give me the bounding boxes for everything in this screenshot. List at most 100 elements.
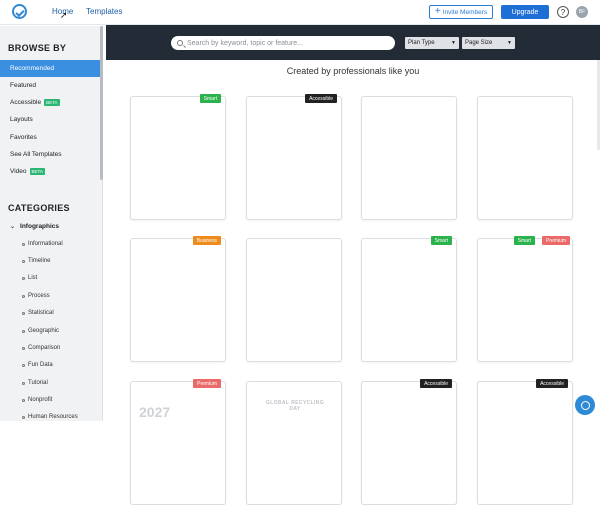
- template-card[interactable]: Smart: [361, 236, 457, 362]
- template-card[interactable]: Accessible: [246, 94, 342, 220]
- category-item-process[interactable]: Process: [22, 293, 50, 299]
- category-item-label: Timeline: [28, 258, 51, 264]
- smart-badge: Smart: [430, 236, 452, 245]
- bullet-icon: [22, 415, 25, 419]
- chevron-down-icon: ▼: [451, 40, 456, 46]
- beta-badge: BETA: [44, 99, 60, 106]
- categories-heading: CATEGORIES: [8, 203, 70, 213]
- category-item-label: Fun Data: [28, 362, 53, 368]
- category-item-label: Informational: [28, 241, 63, 247]
- nav-templates-link[interactable]: Templates: [86, 7, 122, 16]
- bullet-icon: [22, 363, 25, 367]
- sidebar-item-label: Featured: [10, 82, 37, 89]
- sidebar-item-favorites[interactable]: Favorites: [0, 129, 100, 146]
- business-badge: Business: [192, 236, 221, 245]
- bullet-icon: [22, 311, 25, 315]
- bullet-icon: [22, 276, 25, 280]
- plan-type-dropdown[interactable]: Plan Type ▼: [405, 37, 459, 49]
- template-card[interactable]: Smart: [130, 94, 226, 220]
- invite-members-button[interactable]: + Invite Members: [429, 5, 493, 19]
- smart-badge: Smart: [199, 94, 221, 103]
- bullet-icon: [22, 242, 25, 246]
- sidebar-item-label: Recommended: [10, 65, 55, 72]
- beta-badge: BETA: [29, 168, 45, 175]
- category-item-label: Process: [28, 293, 50, 299]
- mouse-cursor-icon: ➚: [60, 10, 68, 20]
- browse-by-heading: BROWSE BY: [8, 43, 67, 53]
- sidebar-scrollbar[interactable]: [100, 26, 103, 180]
- card-thumb-text: 2027: [139, 404, 171, 420]
- bullet-icon: [22, 259, 25, 263]
- premium-badge: Premium: [192, 379, 221, 388]
- smart-badge: Smart: [513, 236, 535, 245]
- category-item-timeline[interactable]: Timeline: [22, 258, 50, 264]
- search-icon: [177, 40, 183, 46]
- category-item-statistical[interactable]: Statistical: [22, 310, 54, 316]
- category-item-fun-data[interactable]: Fun Data: [22, 362, 53, 368]
- template-card[interactable]: Accessible: [477, 379, 573, 505]
- premium-badge: Premium: [541, 236, 570, 245]
- bullet-icon: [22, 381, 25, 385]
- sidebar: BROWSE BY Recommended Featured Accessibl…: [0, 26, 103, 421]
- page-size-label: Page Size: [465, 40, 493, 46]
- sidebar-item-recommended[interactable]: Recommended: [0, 60, 100, 77]
- chat-icon: [580, 400, 590, 410]
- template-card[interactable]: [477, 96, 573, 220]
- upgrade-button[interactable]: Upgrade: [501, 5, 549, 19]
- category-item-label: Nonprofit: [28, 397, 53, 403]
- invite-members-label: Invite Members: [442, 8, 488, 16]
- category-item-geographic[interactable]: Geographic: [22, 328, 59, 334]
- sidebar-item-see-all-templates[interactable]: See All Templates: [0, 146, 100, 163]
- category-item-label: Comparison: [28, 345, 61, 351]
- sidebar-item-video[interactable]: Video BETA: [0, 163, 100, 180]
- bullet-icon: [22, 329, 25, 333]
- category-item-comparison[interactable]: Comparison: [22, 345, 60, 351]
- category-label: Infographics: [20, 223, 60, 230]
- category-item-label: List: [28, 275, 38, 281]
- sidebar-item-label: Video: [10, 168, 27, 175]
- category-item-label: Tutorial: [28, 380, 48, 386]
- template-card[interactable]: GLOBAL RECYCLING DAY: [246, 381, 342, 505]
- search-input[interactable]: Search by keyword, topic or feature...: [171, 36, 395, 50]
- bullet-icon: [22, 346, 25, 350]
- category-item-human-resources[interactable]: Human Resources: [22, 414, 78, 420]
- search-placeholder: Search by keyword, topic or feature...: [187, 39, 303, 47]
- category-item-tutorial[interactable]: Tutorial: [22, 380, 48, 386]
- card-thumb-text: GLOBAL RECYCLING DAY: [265, 400, 325, 412]
- category-item-list[interactable]: List: [22, 275, 37, 281]
- template-card[interactable]: Business: [130, 236, 226, 362]
- chevron-down-icon: ▼: [507, 40, 512, 46]
- sidebar-item-accessible[interactable]: Accessible BETA: [0, 94, 100, 111]
- sidebar-item-label: See All Templates: [10, 151, 62, 158]
- logo-icon[interactable]: [12, 4, 27, 19]
- page-headline: Created by professionals like you: [286, 66, 420, 76]
- accessible-badge: Accessible: [305, 94, 337, 103]
- category-item-label: Geographic: [28, 328, 60, 334]
- sidebar-item-label: Accessible: [10, 99, 42, 106]
- template-card[interactable]: [246, 238, 342, 362]
- template-card[interactable]: Accessible: [361, 379, 457, 505]
- avatar[interactable]: BF: [576, 6, 588, 18]
- plan-type-label: Plan Type: [408, 40, 435, 46]
- sidebar-item-label: Favorites: [10, 134, 37, 141]
- category-item-label: Statistical: [28, 310, 54, 316]
- category-item-label: Human Resources: [28, 414, 78, 420]
- sidebar-item-label: Layouts: [10, 116, 33, 123]
- plus-icon: +: [434, 6, 441, 17]
- bullet-icon: [22, 294, 25, 298]
- accessible-badge: Accessible: [420, 379, 452, 388]
- template-card[interactable]: Smart Premium: [477, 236, 573, 362]
- chevron-down-icon: ⌄: [10, 224, 16, 230]
- help-icon[interactable]: ?: [557, 6, 569, 18]
- page-size-dropdown[interactable]: Page Size ▼: [462, 37, 515, 49]
- template-card[interactable]: [361, 96, 457, 220]
- category-item-nonprofit[interactable]: Nonprofit: [22, 397, 52, 403]
- sidebar-item-featured[interactable]: Featured: [0, 77, 100, 94]
- sidebar-item-layouts[interactable]: Layouts: [0, 111, 100, 128]
- category-item-informational[interactable]: Informational: [22, 241, 63, 247]
- template-card[interactable]: Premium 2027: [130, 379, 226, 505]
- bullet-icon: [22, 398, 25, 402]
- accessible-badge: Accessible: [536, 379, 568, 388]
- category-infographics[interactable]: ⌄ Infographics: [10, 223, 59, 230]
- chat-support-button[interactable]: [575, 395, 595, 415]
